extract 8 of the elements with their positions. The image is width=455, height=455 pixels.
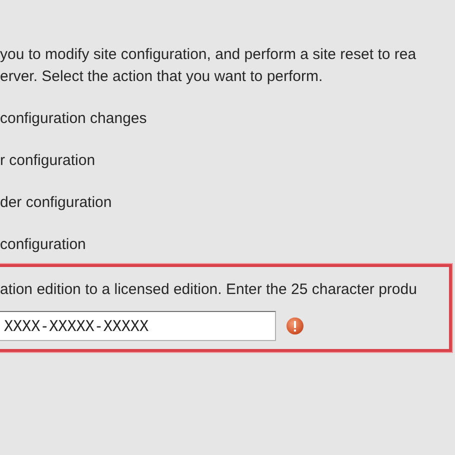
description-text: erver. Select the action that you want to perform. bbox=[0, 67, 324, 87]
product-key-field[interactable]: XXXX-XXXXX-XXXXX bbox=[0, 311, 276, 341]
option-label[interactable]: configuration changes bbox=[0, 108, 147, 130]
instruction-text: ation edition to a licensed edition. Enter the 25 character produ bbox=[0, 280, 418, 300]
option-label[interactable]: der configuration bbox=[0, 192, 112, 214]
option-label[interactable]: configuration bbox=[0, 234, 86, 256]
option-label[interactable]: r configuration bbox=[0, 150, 96, 172]
description-text: you to modify site configuration, and perform a site reset to rea bbox=[0, 45, 418, 65]
